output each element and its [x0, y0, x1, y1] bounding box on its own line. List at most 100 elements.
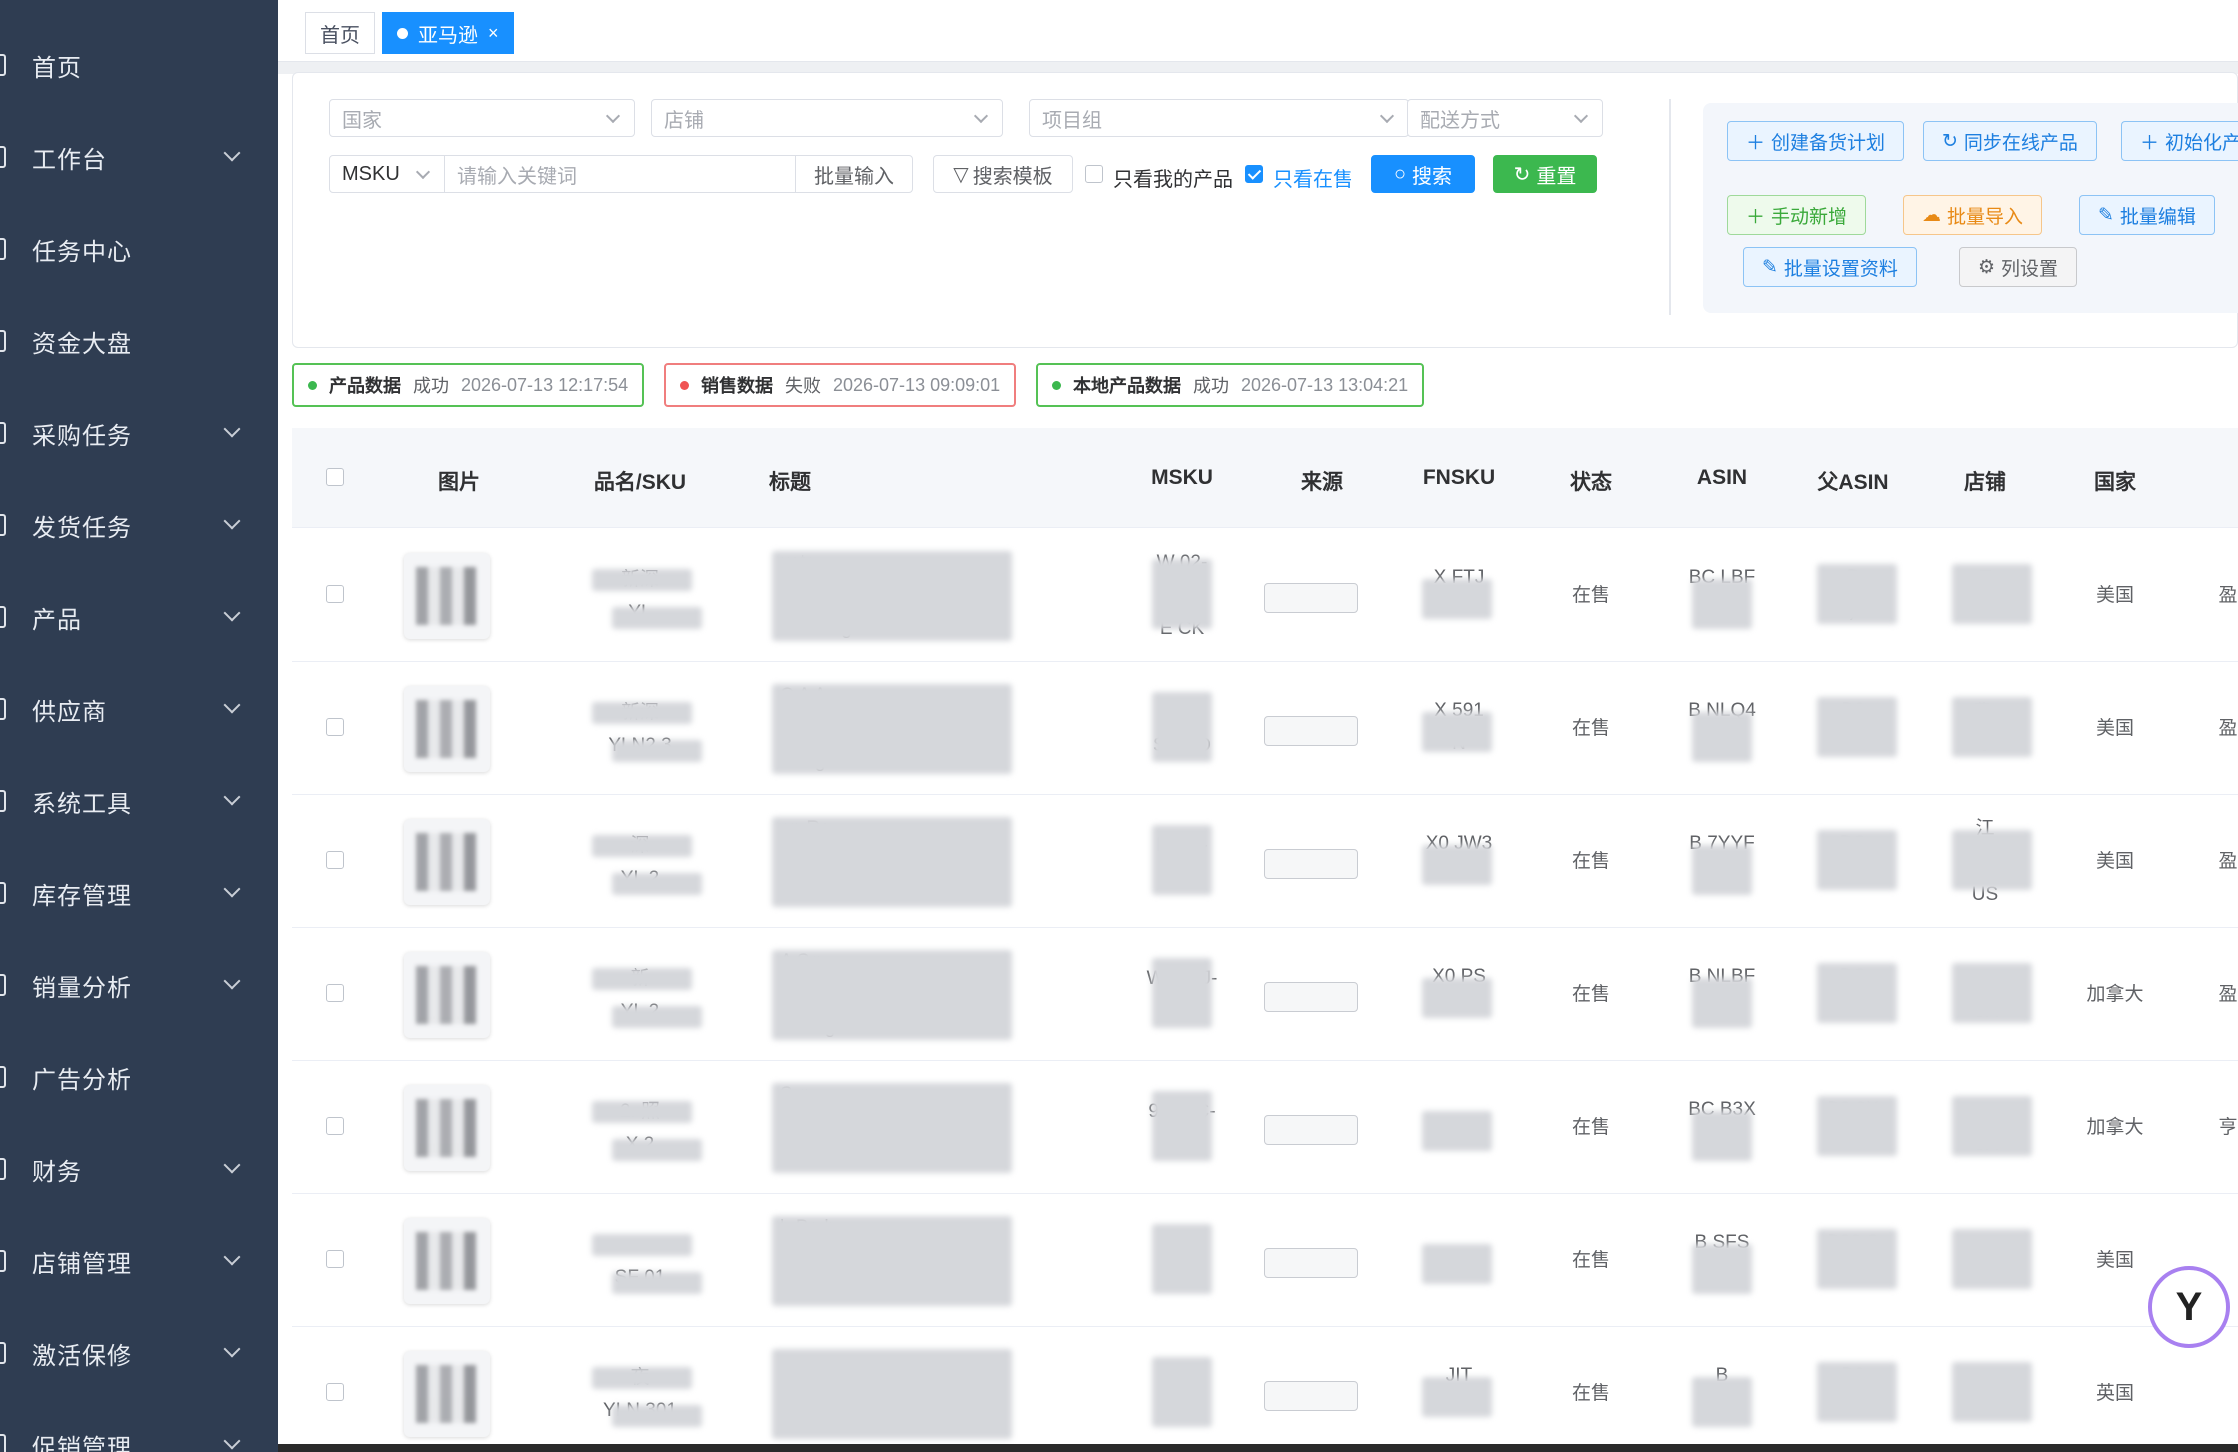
column-header[interactable]: 图片 [438, 466, 480, 496]
table-row[interactable]: SF 01h Ba hLoc s, 11 6Inche Documents…在售… [292, 1194, 2238, 1327]
status-time: 2026-07-13 09:09:01 [833, 374, 1001, 395]
redacted-block [772, 551, 1012, 641]
search-button[interactable]: ○ 搜索 [1371, 155, 1475, 193]
sidebar-item[interactable]: 任务中心 [0, 214, 278, 284]
row-checkbox[interactable] [326, 1250, 344, 1268]
redacted-block [772, 1083, 1012, 1173]
table-row[interactable]: 新深YLusteRa FuBa ll R g…W 02-J-E CKX FTJ在… [292, 529, 2238, 662]
refresh-icon: ↻ [1513, 163, 1531, 186]
batch-edit-button[interactable]: ✎ 批量编辑 [2079, 195, 2215, 235]
gear-icon: ⚙ [1978, 256, 1996, 278]
products-table: 图片 品名/SKU 标题 MSKU 来源 FNSKU 状态 ASIN 父ASIN 店铺 国家 新深Y… [292, 428, 2238, 1452]
sync-online-button[interactable]: ↻ 同步在线产品 [1923, 121, 2097, 161]
redacted-block [1422, 712, 1492, 752]
field-select[interactable]: MSKU [329, 155, 445, 193]
row-checkbox[interactable] [326, 585, 344, 603]
menu-icon [0, 54, 6, 76]
sidebar-item[interactable]: 系统工具 [0, 766, 278, 836]
redacted-block [1422, 1244, 1492, 1284]
sidebar-item[interactable]: 首页 [0, 30, 278, 100]
floating-logo-button[interactable]: Y [2148, 1266, 2230, 1348]
tab-amazon[interactable]: 亚马逊 × [382, 12, 514, 54]
sidebar-item[interactable]: 发货任务 [0, 490, 278, 560]
sidebar-item[interactable]: 资金大盘 [0, 306, 278, 376]
source-tag [1264, 583, 1358, 613]
sidebar-item[interactable]: 财务 [0, 1134, 278, 1204]
product-image[interactable] [404, 686, 490, 772]
search-template-button[interactable]: ▽ 搜索模板 [933, 155, 1073, 193]
redacted-block [1152, 1224, 1212, 1294]
row-checkbox[interactable] [326, 984, 344, 1002]
sidebar-item[interactable]: 销量分析 [0, 950, 278, 1020]
column-settings-button[interactable]: ⚙ 列设置 [1959, 247, 2078, 287]
column-header[interactable]: ASIN [1697, 466, 1747, 490]
sidebar-item[interactable]: 供应商 [0, 674, 278, 744]
redacted-block [612, 1405, 702, 1427]
source-tag [1264, 716, 1358, 746]
create-plan-button[interactable]: ＋ 创建备货计划 [1727, 121, 1905, 161]
tab-home[interactable]: 首页 [305, 12, 375, 54]
only-my-products-checkbox[interactable] [1085, 165, 1103, 183]
project-group-select[interactable]: 项目组 [1029, 99, 1409, 137]
product-image[interactable] [404, 952, 490, 1038]
chevron-down-icon [223, 1248, 241, 1266]
column-header[interactable]: 来源 [1301, 466, 1343, 496]
chevron-down-icon [223, 696, 241, 714]
column-header[interactable]: MSKU [1151, 466, 1213, 490]
column-header[interactable]: 父ASIN [1817, 466, 1888, 496]
product-image[interactable] [404, 819, 490, 905]
table-row[interactable]: 夜YLN 301RPress0-6JIT在售BB06英国 [292, 1327, 2238, 1452]
only-on-sale-checkbox[interactable] [1245, 165, 1263, 183]
row-checkbox[interactable] [326, 851, 344, 869]
column-header[interactable]: 店铺 [1964, 466, 2006, 496]
table-row[interactable]: 深YL 2on RaBa Be nRa lon…HD S-SD KX0 JW3在… [292, 795, 2238, 928]
plus-icon: ＋ [1746, 132, 1766, 154]
sidebar: 首页工作台任务中心资金大盘采购任务发货任务产品供应商系统工具库存管理销量分析广告… [0, 0, 278, 1452]
sidebar-item-label: 店铺管理 [32, 1250, 132, 1278]
delivery-select[interactable]: 配送方式 [1407, 99, 1603, 137]
column-header[interactable]: 国家 [2094, 466, 2136, 496]
sidebar-item[interactable]: 广告分析 [0, 1042, 278, 1112]
edit-icon: ✎ [1762, 256, 1778, 278]
batch-import-button[interactable]: ☁ 批量导入 [1903, 195, 2043, 235]
redacted-block [1152, 559, 1212, 629]
search-icon: ○ [1393, 162, 1407, 185]
sidebar-item[interactable]: 工作台 [0, 122, 278, 192]
init-button[interactable]: ＋ 初始化产 [2121, 121, 2238, 161]
row-checkbox[interactable] [326, 718, 344, 736]
row-checkbox[interactable] [326, 1117, 344, 1135]
store-select[interactable]: 店铺 [651, 99, 1003, 137]
sidebar-item[interactable]: 库存管理 [0, 858, 278, 928]
project-group-placeholder: 项目组 [1042, 109, 1102, 132]
country-select[interactable]: 国家 [329, 99, 635, 137]
sidebar-item-label: 采购任务 [32, 422, 132, 450]
row-checkbox[interactable] [326, 1383, 344, 1401]
column-header[interactable]: 品名/SKU [594, 466, 686, 496]
batch-input-button[interactable]: 批量输入 [795, 155, 913, 193]
close-icon[interactable]: × [488, 23, 499, 44]
tab-amazon-label: 亚马逊 [418, 24, 478, 47]
redacted-block [1817, 963, 1897, 1023]
chevron-down-icon [605, 108, 621, 124]
reset-button[interactable]: ↻ 重置 [1493, 155, 1597, 193]
column-header[interactable]: FNSKU [1423, 466, 1495, 490]
select-all-checkbox[interactable] [326, 468, 344, 486]
product-image[interactable] [404, 1218, 490, 1304]
column-header[interactable]: 状态 [1570, 466, 1612, 496]
table-row[interactable]: 新YL 2A Sqa un onR L ng…WZ-N J-EX0 PS在售B … [292, 928, 2238, 1061]
sidebar-item[interactable]: 激活保修 [0, 1318, 278, 1388]
sidebar-item[interactable]: 促销管理 [0, 1410, 278, 1452]
table-row[interactable]: 2. 照X 2S gVide9B-P C-T7在售BC B3XB0 3X-CA加… [292, 1061, 2238, 1194]
product-image[interactable] [404, 1351, 490, 1437]
batch-settings-button[interactable]: ✎ 批量设置资料 [1743, 247, 1917, 287]
sidebar-item[interactable]: 产品 [0, 582, 278, 652]
product-image[interactable] [404, 553, 490, 639]
image-content [416, 567, 476, 625]
column-header[interactable]: 标题 [769, 466, 811, 496]
keyword-input[interactable]: 请输入关键词 [444, 155, 796, 193]
table-row[interactable]: 新深YLN2 3C A AR Sta nB F g…W 2-SD EDX 591… [292, 662, 2238, 795]
sidebar-item[interactable]: 采购任务 [0, 398, 278, 468]
product-image[interactable] [404, 1085, 490, 1171]
manual-add-button[interactable]: ＋ 手动新增 [1727, 195, 1867, 235]
sidebar-item[interactable]: 店铺管理 [0, 1226, 278, 1296]
